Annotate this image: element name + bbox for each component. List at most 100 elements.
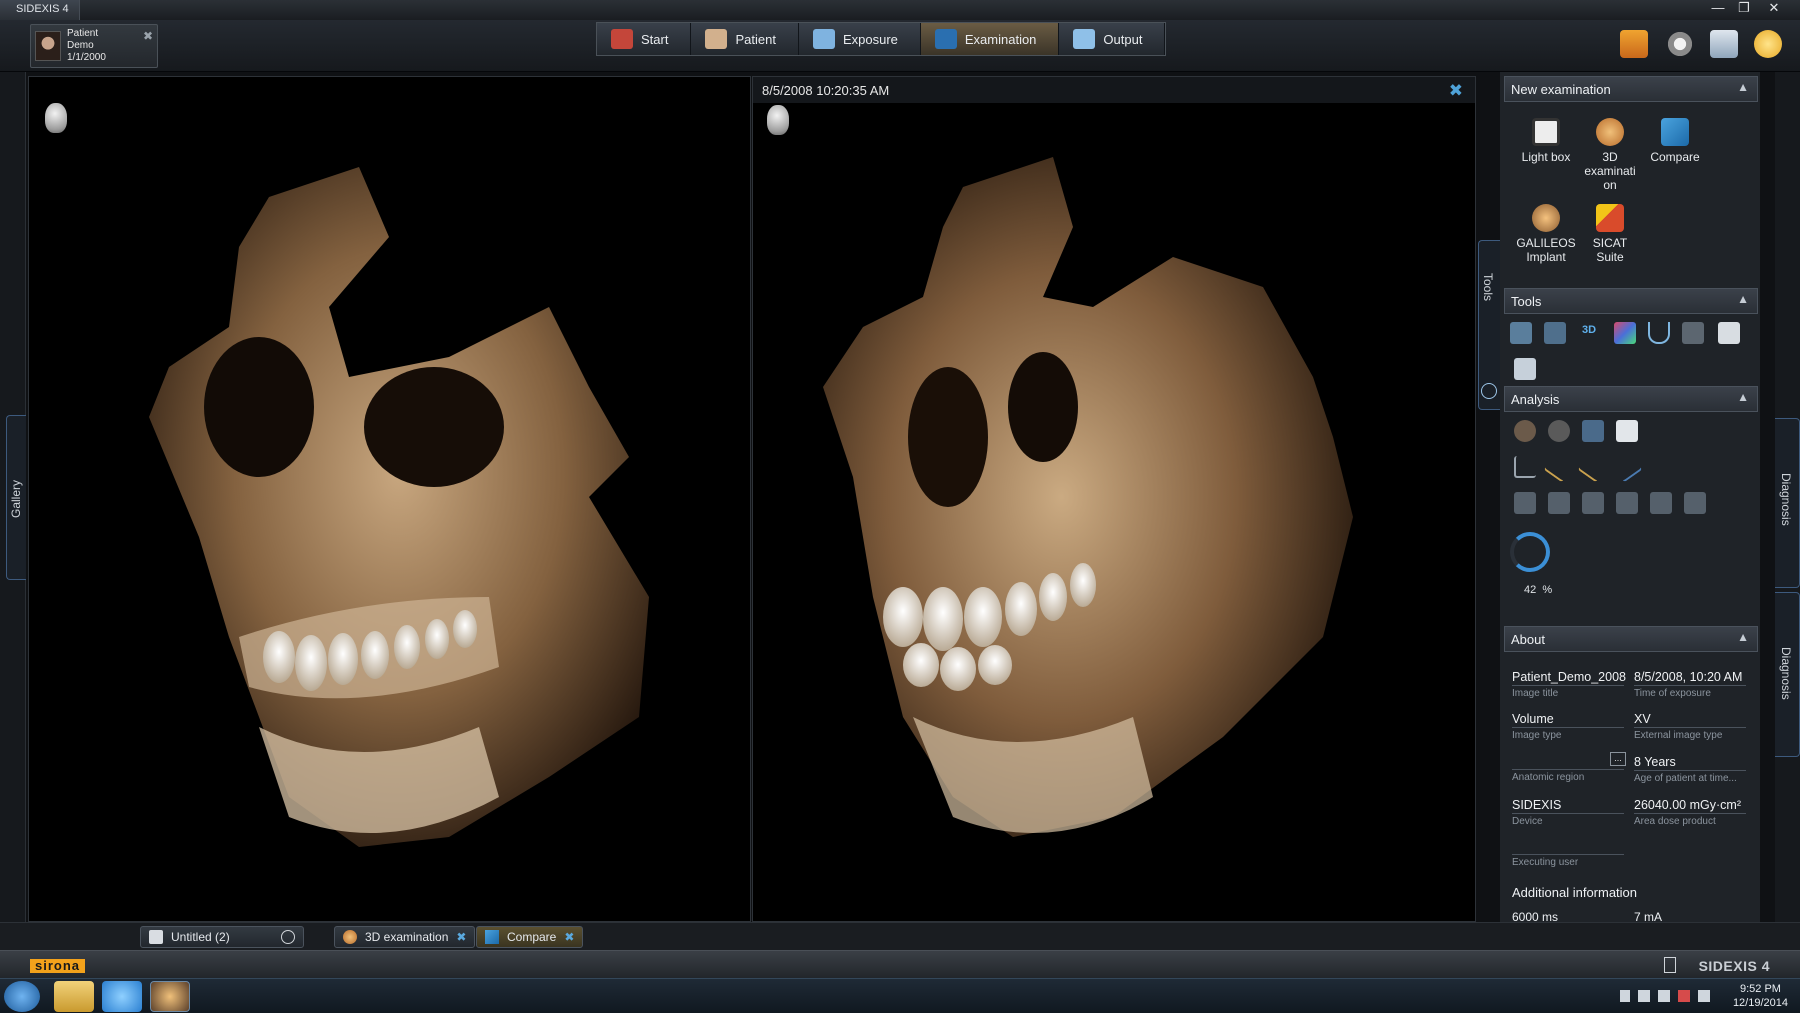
tab-untitled[interactable]: Untitled (2): [140, 926, 304, 948]
right-panel: New examination ▲ Light box 3D examinati…: [1500, 72, 1760, 922]
tray-volume-icon[interactable]: [1658, 990, 1670, 1002]
start-orb-icon[interactable]: [4, 981, 40, 1012]
tab-3d-examination[interactable]: 3D examination ✖: [334, 926, 476, 948]
gallery-tab[interactable]: Gallery: [6, 415, 26, 580]
3d-examination-icon: [1596, 118, 1624, 146]
examination-icon: [934, 29, 957, 49]
tools-header[interactable]: Tools ▲: [1504, 288, 1758, 314]
cephalo-tool-icon[interactable]: [1544, 322, 1566, 344]
collapse-icon[interactable]: ▲: [1737, 390, 1749, 404]
opacity-dial[interactable]: [1510, 532, 1550, 572]
export-tool-icon[interactable]: [1682, 322, 1704, 344]
section-title: New examination: [1511, 82, 1611, 97]
restore-button[interactable]: ❐: [1732, 0, 1756, 18]
sicat-suite-button[interactable]: SICAT Suite: [1578, 204, 1642, 264]
collapse-icon[interactable]: ▲: [1737, 80, 1749, 94]
angle-measure-icon[interactable]: [1514, 456, 1536, 478]
pin-icon[interactable]: [1481, 383, 1497, 399]
diagnosis-tab-2[interactable]: Diagnosis: [1775, 592, 1800, 757]
house-icon: [611, 29, 633, 49]
ruler-icon[interactable]: [1611, 451, 1643, 483]
new-examination-header[interactable]: New examination ▲: [1504, 76, 1758, 102]
collapse-icon[interactable]: ▲: [1737, 292, 1749, 306]
opacity-percent: 42 %: [1524, 584, 1552, 596]
exposure-icon: [812, 29, 835, 49]
internet-explorer-icon[interactable]: [102, 981, 142, 1012]
workflow-steps: Start Patient Exposure Examination Outpu…: [596, 22, 1167, 56]
collapse-icon[interactable]: ▲: [1737, 630, 1749, 644]
field-value: Volume: [1512, 712, 1624, 728]
book-icon[interactable]: [1620, 30, 1648, 58]
patient-card[interactable]: Patient Demo 1/1/2000 ✖: [30, 24, 158, 68]
annotate-icon-5[interactable]: [1650, 492, 1672, 514]
step-patient[interactable]: Patient: [691, 23, 799, 55]
tray-network-icon[interactable]: [1638, 990, 1650, 1002]
viewer-left[interactable]: [28, 76, 751, 922]
lightbox-button[interactable]: Light box: [1514, 118, 1578, 164]
field-value: XV: [1634, 712, 1746, 728]
file-explorer-icon[interactable]: [54, 981, 94, 1012]
step-examination[interactable]: Examination: [920, 23, 1060, 55]
exam-label: GALILEOS Implant: [1516, 236, 1576, 264]
galileos-implant-button[interactable]: GALILEOS Implant: [1514, 204, 1578, 264]
close-button[interactable]: ✕: [1762, 0, 1786, 18]
tooth-icon[interactable]: [1616, 420, 1638, 442]
compare-button[interactable]: Compare: [1643, 118, 1707, 164]
print-export-icon[interactable]: [1514, 358, 1536, 380]
field-caption: External image type: [1634, 730, 1723, 741]
print-tool-icon[interactable]: [1718, 322, 1740, 344]
color-map-tool-icon[interactable]: [1614, 322, 1636, 344]
close-patient-icon[interactable]: ✖: [143, 29, 153, 43]
section-title: Tools: [1511, 294, 1542, 309]
executing-user-field: Executing user: [1512, 840, 1624, 868]
gear-icon[interactable]: [1666, 30, 1694, 58]
annotate-icon-3[interactable]: [1582, 492, 1604, 514]
system-clock[interactable]: 9:52 PM 12/19/2014: [1733, 982, 1788, 1010]
area-dose-field: 26040.00 mGy·cm² Area dose product: [1634, 798, 1746, 827]
nerve-icon[interactable]: [1548, 420, 1570, 442]
about-header[interactable]: About ▲: [1504, 626, 1758, 652]
3d-view-tool[interactable]: 3D: [1578, 320, 1600, 342]
title-bar: SIDEXIS 4 — ❐ ✕: [0, 0, 1800, 20]
pen-icon[interactable]: [1582, 420, 1604, 442]
tab-options-icon[interactable]: [281, 930, 295, 944]
arch-tool-icon[interactable]: [1648, 322, 1670, 344]
device-field: SIDEXIS Device: [1512, 798, 1624, 827]
step-label: Examination: [964, 31, 1037, 47]
document-tab-bar: Untitled (2) 3D examination ✖ Compare ✖: [0, 922, 1800, 950]
distance-measure-icon[interactable]: [1543, 451, 1575, 483]
tab-compare[interactable]: Compare ✖: [476, 926, 584, 948]
step-start[interactable]: Start: [597, 23, 692, 55]
monitor-icon[interactable]: [1710, 30, 1738, 58]
sidexis-taskbar-icon[interactable]: [150, 981, 190, 1012]
annotate-icon-2[interactable]: [1548, 492, 1570, 514]
annotate-icon-4[interactable]: [1616, 492, 1638, 514]
viewer-right[interactable]: 8/5/2008 10:20:35 AM ✖: [752, 76, 1476, 922]
annotate-icon-6[interactable]: [1684, 492, 1706, 514]
tray-power-icon[interactable]: [1698, 990, 1710, 1002]
patient-age-field: 8 Years Age of patient at time...: [1634, 755, 1746, 784]
step-output[interactable]: Output: [1059, 23, 1166, 55]
3d-examination-icon: [343, 930, 357, 944]
tube-current: 7 mA: [1634, 910, 1663, 922]
panoramic-tool-icon[interactable]: [1510, 322, 1532, 344]
diagnosis-tab-1[interactable]: Diagnosis: [1775, 418, 1800, 588]
help-icon[interactable]: [1754, 30, 1782, 58]
tray-flag-icon[interactable]: [1620, 990, 1630, 1002]
region-picker-button[interactable]: ...: [1610, 752, 1626, 766]
step-exposure[interactable]: Exposure: [799, 23, 921, 55]
info-icon[interactable]: [1664, 957, 1676, 973]
close-tab-icon[interactable]: ✖: [564, 930, 574, 944]
tools-tab[interactable]: Tools: [1478, 240, 1500, 410]
close-tab-icon[interactable]: ✖: [456, 930, 466, 944]
analysis-header[interactable]: Analysis ▲: [1504, 386, 1758, 412]
3d-examination-button[interactable]: 3D examinati on: [1578, 118, 1642, 192]
minimize-button[interactable]: —: [1706, 0, 1730, 18]
annotate-icon-1[interactable]: [1514, 492, 1536, 514]
patient-name: Patient Demo 1/1/2000: [67, 28, 106, 63]
tray-action-center-icon[interactable]: [1678, 990, 1690, 1002]
implant-icon: [1532, 204, 1560, 232]
tools-tab-label: Tools: [1481, 273, 1495, 302]
line-measure-icon[interactable]: [1577, 451, 1609, 483]
bone-density-icon[interactable]: [1514, 420, 1536, 442]
